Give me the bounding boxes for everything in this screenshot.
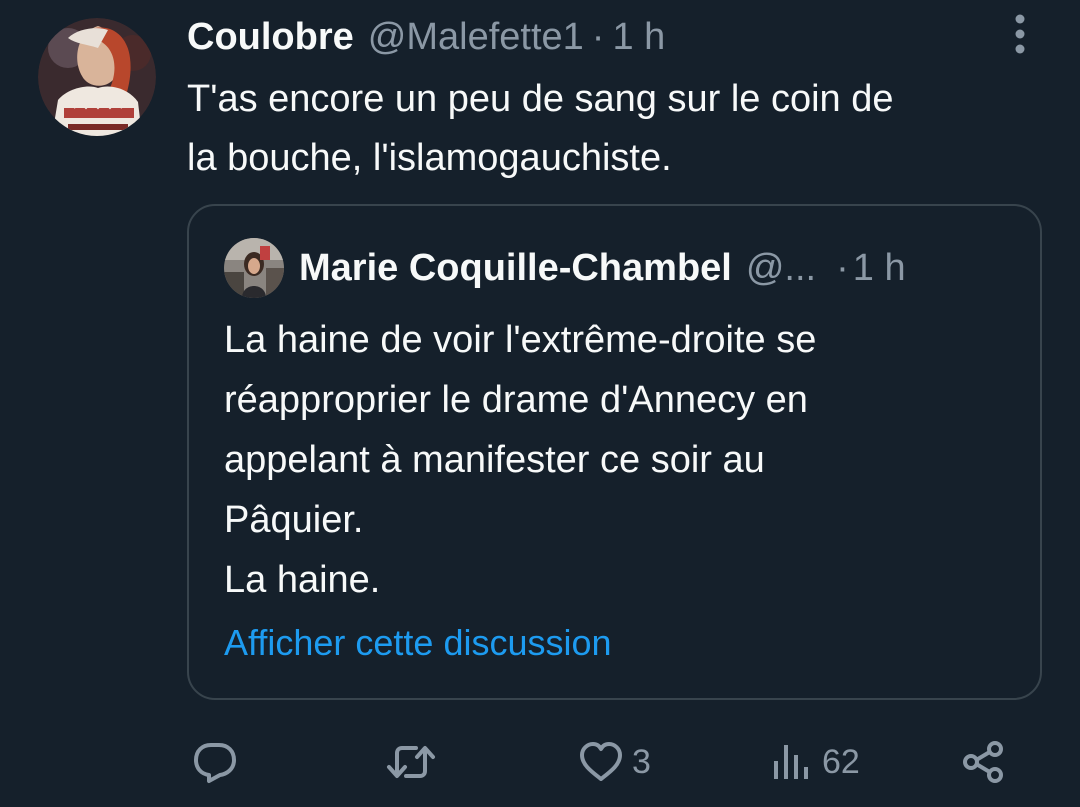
- quoted-author-avatar[interactable]: [224, 238, 284, 298]
- quoted-tweet-header: Marie Coquille-Chambel @... · 1 h: [299, 244, 906, 292]
- views-button[interactable]: 62: [772, 730, 860, 794]
- author-display-name[interactable]: Coulobre: [187, 16, 354, 59]
- show-thread-link[interactable]: Afficher cette discussion: [224, 618, 612, 668]
- tweet-text: T'as encore un peu de sang sur le coin d…: [187, 70, 1047, 188]
- quoted-tweet-text: La haine de voir l'extrême-droite se réa…: [224, 310, 1004, 610]
- avatar-illustration-icon: [38, 18, 156, 136]
- quoted-text-line: réapproprier le drame d'Annecy en: [224, 379, 808, 421]
- reply-icon: [194, 743, 236, 783]
- action-bar: 3 62: [0, 730, 1080, 794]
- tweet-header: Coulobre @Malefette1 · 1 h: [187, 14, 665, 60]
- heart-icon: [580, 742, 622, 781]
- quoted-header-separator: ·: [836, 246, 849, 289]
- tweet: Coulobre @Malefette1 · 1 h T'as encore u…: [0, 0, 1080, 807]
- quoted-author-handle[interactable]: @...: [746, 247, 816, 290]
- retweet-button[interactable]: [386, 730, 444, 794]
- retweet-icon: [387, 746, 435, 778]
- more-vertical-icon: [1015, 14, 1025, 54]
- avatar-photo-icon: [224, 238, 284, 298]
- quoted-text-line: Pâquier.: [224, 499, 364, 541]
- views-count: 62: [822, 742, 860, 781]
- quoted-tweet-timestamp[interactable]: 1 h: [853, 247, 906, 290]
- quoted-text-line: La haine de voir l'extrême-droite se: [224, 319, 817, 361]
- views-icon: [774, 745, 808, 779]
- quoted-author-display-name[interactable]: Marie Coquille-Chambel: [299, 247, 732, 290]
- header-separator: ·: [591, 15, 605, 58]
- share-icon: [963, 741, 1003, 783]
- author-avatar[interactable]: [38, 18, 156, 136]
- quoted-text-line: appelant à manifester ce soir au: [224, 439, 765, 481]
- reply-button[interactable]: [192, 730, 246, 794]
- share-button[interactable]: [960, 730, 1006, 794]
- tweet-text-line: T'as encore un peu de sang sur le coin d…: [187, 78, 894, 120]
- quoted-text-line: La haine.: [224, 559, 381, 601]
- tweet-timestamp[interactable]: 1 h: [612, 16, 665, 59]
- like-count: 3: [632, 742, 651, 781]
- like-button[interactable]: 3: [578, 730, 651, 794]
- more-options-button[interactable]: [1004, 12, 1036, 56]
- tweet-text-line: la bouche, l'islamogauchiste.: [187, 137, 672, 179]
- quoted-tweet-card[interactable]: Marie Coquille-Chambel @... · 1 h La hai…: [187, 204, 1042, 700]
- author-handle[interactable]: @Malefette1: [368, 16, 584, 59]
